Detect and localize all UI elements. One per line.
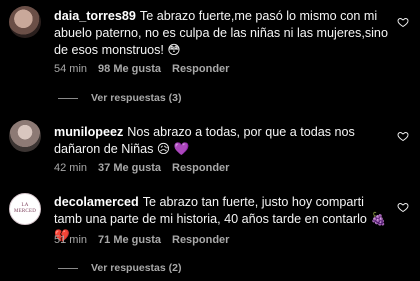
reply-button[interactable]: Responder	[172, 63, 229, 75]
comment-username[interactable]: daia_torres89	[54, 9, 136, 23]
like-heart-icon[interactable]	[397, 130, 409, 142]
view-replies-button[interactable]: Ver respuestas (3)	[58, 92, 181, 104]
comment-username[interactable]: decolamerced	[54, 195, 139, 209]
like-heart-icon[interactable]	[397, 16, 409, 28]
view-replies-label: Ver respuestas (2)	[91, 262, 182, 274]
reply-button[interactable]: Responder	[172, 234, 229, 246]
comment-emoji: 😳	[167, 43, 181, 57]
comment-time: 51 min	[54, 234, 88, 246]
like-heart-icon[interactable]	[397, 201, 409, 213]
comment-time: 42 min	[54, 162, 88, 174]
comment-body: munilopeez Nos abrazo a todas, por que a …	[54, 124, 389, 158]
comment-time: 54 min	[54, 63, 88, 75]
comment-emoji: 😥 💜	[156, 142, 190, 156]
comment-username[interactable]: munilopeez	[54, 125, 123, 139]
comment-likes[interactable]: 71 Me gusta	[98, 234, 161, 246]
reply-button[interactable]: Responder	[172, 162, 229, 174]
comment-meta: 51 min 71 Me gusta Responder	[54, 234, 229, 246]
avatar[interactable]: LA MERCED	[9, 193, 41, 225]
comment-likes[interactable]: 37 Me gusta	[98, 162, 161, 174]
comment-body: daia_torres89 Te abrazo fuerte,me pasó lo…	[54, 8, 389, 59]
avatar[interactable]	[9, 120, 41, 152]
replies-divider	[58, 97, 78, 99]
comment-meta: 54 min 98 Me gusta Responder	[54, 63, 229, 75]
view-replies-button[interactable]: Ver respuestas (2)	[58, 262, 181, 274]
view-replies-label: Ver respuestas (3)	[91, 92, 182, 104]
avatar-logo-text: LA MERCED	[13, 203, 37, 214]
avatar[interactable]	[9, 6, 41, 38]
comment-likes[interactable]: 98 Me gusta	[98, 63, 161, 75]
replies-divider	[58, 267, 78, 269]
comment-meta: 42 min 37 Me gusta Responder	[54, 162, 229, 174]
